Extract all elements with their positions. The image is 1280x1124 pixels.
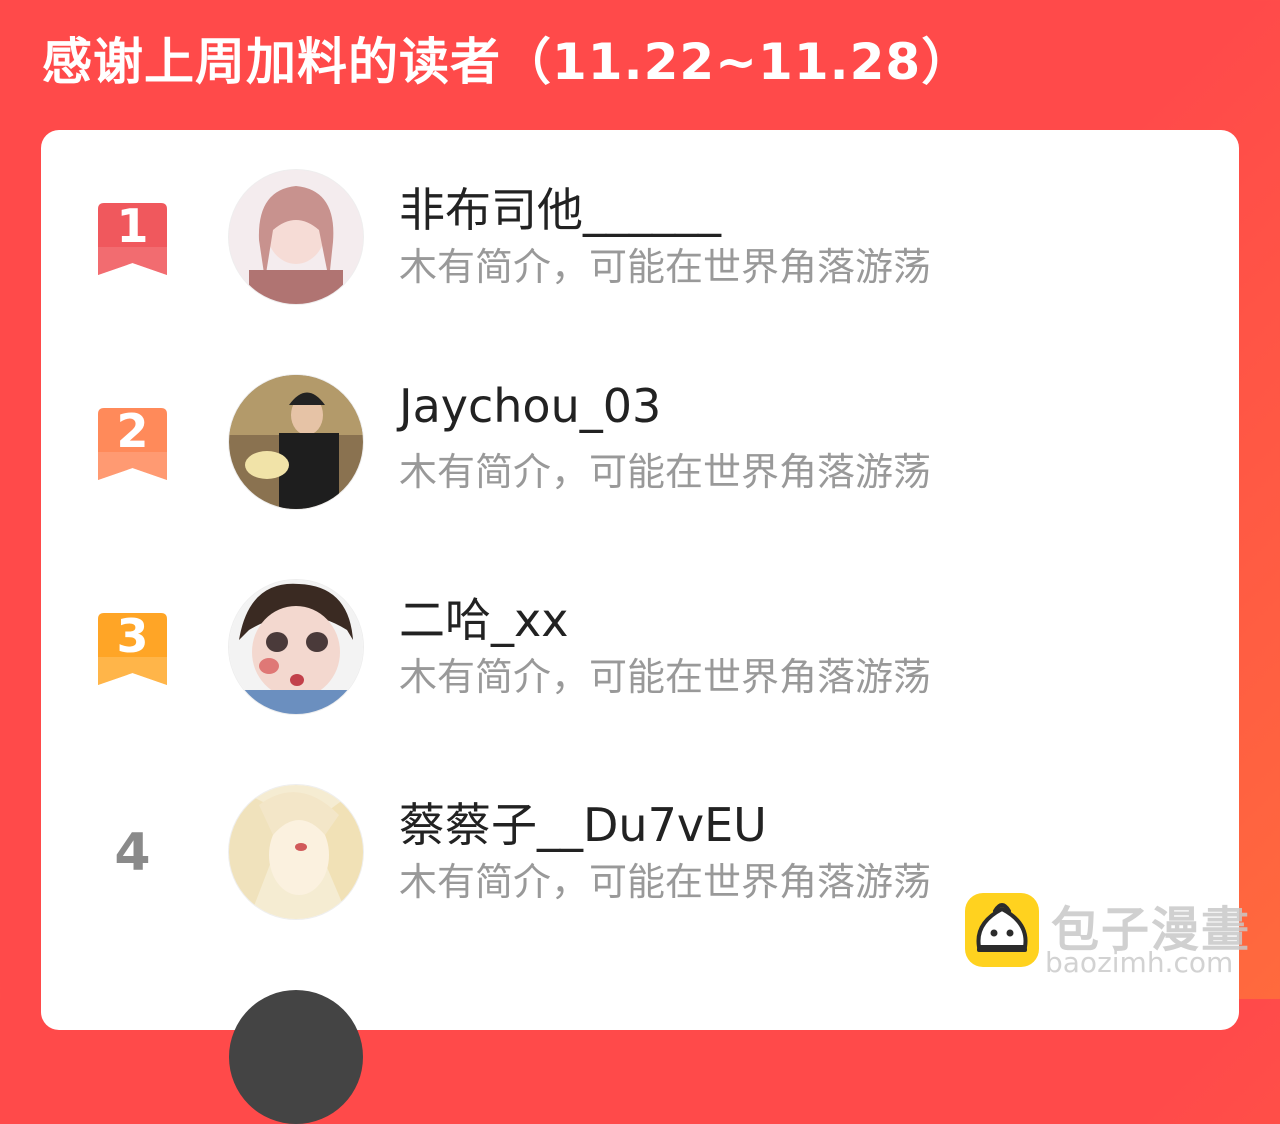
rank-number: 2 [116, 404, 149, 458]
baozi-logo-icon [965, 893, 1039, 967]
rank-number: 4 [114, 823, 151, 883]
user-bio: 木有简介，可能在世界角落游荡 [399, 860, 932, 904]
avatar[interactable] [229, 170, 363, 304]
list-item[interactable]: 3 二哈_xx 木有简介，可能在世界角落游荡 [41, 580, 1239, 730]
username[interactable]: 非布司他______ [399, 174, 721, 240]
user-bio: 木有简介，可能在世界角落游荡 [399, 450, 932, 494]
rank-number: 3 [116, 609, 149, 663]
username[interactable]: Jaychou_03 [399, 379, 661, 433]
avatar[interactable] [229, 785, 363, 919]
avatar[interactable] [229, 375, 363, 509]
username[interactable]: 二哈_xx [399, 584, 568, 650]
rank-badge-1: 1 [98, 203, 167, 275]
watermark-url: baozimh.com [1045, 946, 1234, 979]
list-item[interactable]: 1 非布司他______ 木有简介，可能在世界角落游荡 [41, 170, 1239, 320]
page-title: 感谢上周加料的读者（11.22~11.28） [42, 33, 973, 91]
rank-badge-2: 2 [98, 408, 167, 480]
rank-number: 1 [116, 199, 149, 253]
avatar[interactable] [229, 580, 363, 714]
user-bio: 木有简介，可能在世界角落游荡 [399, 655, 932, 699]
avatar [229, 990, 363, 1124]
user-bio: 木有简介，可能在世界角落游荡 [399, 245, 932, 289]
list-item[interactable]: 2 Jaychou_03 木有简介，可能在世界角落游荡 [41, 375, 1239, 525]
username[interactable]: 蔡蔡子__Du7vEU [399, 789, 767, 855]
rank-badge-3: 3 [98, 613, 167, 685]
watermark: 包子漫畫 baozimh.com [965, 890, 1265, 980]
